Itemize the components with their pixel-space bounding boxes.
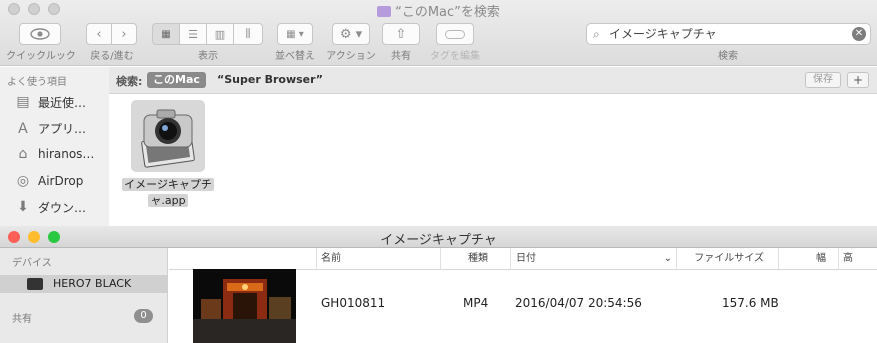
quicklook-button[interactable] <box>19 23 61 45</box>
view-column-button[interactable]: ▥ <box>206 23 234 45</box>
thumbnail-image <box>193 269 296 343</box>
airdrop-icon: ◎ <box>16 173 30 189</box>
sidebar-item-airdrop[interactable]: ◎ AirDrop <box>14 171 83 191</box>
share-label: 共有 <box>391 51 411 62</box>
devices-header: デバイス <box>12 258 52 269</box>
column-header-kind[interactable]: 種類 <box>441 248 511 270</box>
grid-icon: ▦ <box>161 28 171 40</box>
column-header-name[interactable]: 名前 <box>317 248 441 270</box>
result-filename[interactable]: イメージキャプチ ャ.app <box>118 177 218 209</box>
sidebar-item-downloads[interactable]: ⬇ ダウン… <box>14 197 86 217</box>
device-name: HERO7 BLACK <box>53 277 132 290</box>
column-header-size[interactable]: ファイルサイズ <box>677 248 779 270</box>
search-label: 検索 <box>718 51 738 62</box>
sidebar-item-recents[interactable]: ▤ 最近使… <box>14 92 86 112</box>
sidebar-item-label: hiranos… <box>38 147 95 161</box>
arrange-label: 並べ替え <box>275 51 315 62</box>
downloads-icon: ⬇ <box>17 199 29 215</box>
search-icon: ⌕ <box>593 27 600 41</box>
coverflow-icon: ⫼ <box>245 27 251 40</box>
eye-icon <box>30 28 50 40</box>
row-date: 2016/04/07 20:54:56 <box>515 296 642 310</box>
backforward-label: 戻る/進む <box>90 51 134 62</box>
column-header-thumbnail[interactable] <box>169 248 317 270</box>
image-capture-app-icon[interactable] <box>131 100 205 172</box>
row-filename: GH010811 <box>321 296 386 310</box>
back-button[interactable]: ‹ <box>86 23 112 45</box>
share-icon: ⇧ <box>395 26 407 42</box>
shared-header: 共有 <box>12 314 32 325</box>
row-size: 157.6 MB <box>722 296 779 310</box>
shared-count-badge: 0 <box>134 309 153 323</box>
view-label: 表示 <box>198 51 218 62</box>
clear-search-icon[interactable]: ✕ <box>852 27 866 41</box>
sidebar-item-home[interactable]: ⌂ hiranos… <box>14 144 95 164</box>
image-capture-titlebar: イメージキャプチャ <box>0 226 877 248</box>
search-input[interactable]: ⌕ イメージキャプチャ ✕ <box>586 23 871 45</box>
tag-button[interactable] <box>436 23 474 45</box>
list-icon: ☰ <box>188 27 198 41</box>
tag-icon <box>445 29 465 39</box>
camera-icon <box>141 109 195 168</box>
action-label: アクション <box>326 51 376 62</box>
result-filename-line2: ャ.app <box>148 194 188 207</box>
arrange-grid-icon: ▦ ▾ <box>286 28 304 40</box>
forward-button[interactable]: › <box>111 23 137 45</box>
gear-icon: ⚙ ▾ <box>339 26 363 42</box>
favorites-header: よく使う項目 <box>7 77 67 88</box>
sidebar-item-label: AirDrop <box>38 174 84 188</box>
home-icon: ⌂ <box>18 146 28 162</box>
result-filename-line1: イメージキャプチ <box>122 178 214 191</box>
window-title-text: “このMac”を検索 <box>395 5 500 20</box>
chevron-left-icon: ‹ <box>96 26 102 42</box>
row-kind: MP4 <box>463 296 489 310</box>
scope-label: 検索: <box>116 75 143 88</box>
column-header-date[interactable]: 日付 ⌄ <box>511 248 677 270</box>
sidebar-item-label: ダウン… <box>38 200 87 215</box>
view-icon-button[interactable]: ▦ <box>152 23 180 45</box>
search-value: イメージキャプチャ <box>609 27 717 41</box>
tag-label: タグを編集 <box>430 51 480 62</box>
scope-search-term[interactable]: “Super Browser” <box>217 73 323 86</box>
sidebar-item-label: アプリ… <box>38 121 87 136</box>
finder-titlebar: “このMac”を検索 クイックルック ‹ › 戻る/進む ▦ ☰ ▥ ⫼ 表示 … <box>0 0 877 66</box>
quicklook-label: クイックルック <box>6 51 76 62</box>
column-header-date-label: 日付 <box>516 253 536 264</box>
scope-this-mac-button[interactable]: このMac <box>147 72 206 88</box>
smart-folder-icon <box>377 6 392 17</box>
finder-window: “このMac”を検索 クイックルック ‹ › 戻る/進む ▦ ☰ ▥ ⫼ 表示 … <box>0 0 877 226</box>
video-thumbnail[interactable] <box>193 269 296 343</box>
chevron-right-icon: › <box>121 26 127 42</box>
chevron-down-icon: ⌄ <box>663 253 672 264</box>
recents-icon: ▤ <box>16 94 30 110</box>
finder-sidebar: よく使う項目 ▤ 最近使… Ａ アプリ… ⌂ hiranos… ◎ AirDro… <box>0 67 109 226</box>
camera-icon <box>27 278 43 290</box>
share-button[interactable]: ⇧ <box>382 23 420 45</box>
save-search-button[interactable]: 保存 <box>805 72 841 88</box>
action-button[interactable]: ⚙ ▾ <box>332 23 370 45</box>
arrange-button[interactable]: ▦ ▾ <box>277 23 313 45</box>
columns-icon: ▥ <box>214 27 226 41</box>
column-header-width[interactable]: 幅 <box>779 248 839 270</box>
window-title: イメージキャプチャ <box>380 233 497 248</box>
search-scope-bar: 検索: このMac “Super Browser” 保存 + <box>109 67 877 94</box>
view-coverflow-button[interactable]: ⫼ <box>233 23 263 45</box>
image-capture-window: イメージキャプチャ デバイス HERO7 BLACK 共有 0 名前 種類 日付… <box>0 226 877 343</box>
image-capture-sidebar: デバイス HERO7 BLACK 共有 <box>0 248 168 343</box>
column-header-height[interactable]: 高 <box>839 248 877 270</box>
device-item-hero7[interactable]: HERO7 BLACK <box>0 275 168 293</box>
add-criteria-button[interactable]: + <box>847 72 869 88</box>
view-list-button[interactable]: ☰ <box>179 23 207 45</box>
sidebar-item-applications[interactable]: Ａ アプリ… <box>14 118 86 138</box>
applications-icon: Ａ <box>16 121 30 137</box>
window-title: “このMac”を検索 <box>0 1 877 20</box>
sidebar-item-label: 最近使… <box>38 95 87 110</box>
